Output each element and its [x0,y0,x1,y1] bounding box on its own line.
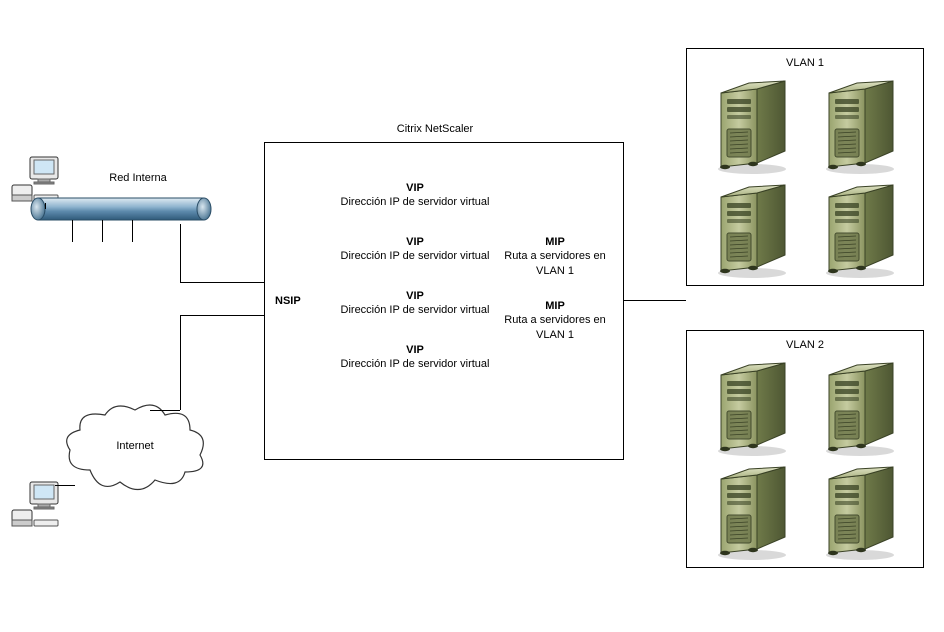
vip-block-1: VIP Dirección IP de servidor virtual [340,181,490,210]
vlan1-text: VLAN 1 [786,57,824,69]
connector [624,300,686,301]
vip-title: VIP [340,289,490,303]
mip-desc: Ruta a servidores en VLAN 1 [490,249,620,278]
pipe-tick [132,220,133,242]
internet-label: Internet [95,440,175,452]
netscaler-title: Citrix NetScaler [355,123,515,135]
server [815,183,905,279]
server [707,361,797,457]
vip-block-2: VIP Dirección IP de servidor virtual [340,235,490,264]
vlan2-box: VLAN 2 [686,330,924,568]
connector [180,315,181,410]
connector [180,224,181,282]
connector [180,282,264,283]
pipe-tick [72,220,73,242]
pipe-icon [30,192,212,226]
vip-block-3: VIP Dirección IP de servidor virtual [340,289,490,318]
vlan2-label: VLAN 2 [687,339,923,351]
server [707,183,797,279]
nsip-text: NSIP [275,295,301,307]
vlan2-text: VLAN 2 [786,339,824,351]
computer-icon [10,480,62,530]
vip-title: VIP [340,235,490,249]
server [815,465,905,561]
connector [45,203,46,209]
vip-desc: Dirección IP de servidor virtual [340,195,490,209]
mip-block-1: MIP Ruta a servidores en VLAN 1 [490,235,620,278]
vip-title: VIP [340,343,490,357]
internal-network-label: Red Interna [88,172,188,184]
mip-title: MIP [490,299,620,313]
internet-text: Internet [116,440,153,452]
network-pipe [30,192,212,226]
vip-desc: Dirección IP de servidor virtual [340,303,490,317]
vip-block-4: VIP Dirección IP de servidor virtual [340,343,490,372]
mip-block-2: MIP Ruta a servidores en VLAN 1 [490,299,620,342]
mip-title: MIP [490,235,620,249]
internal-network-text: Red Interna [109,172,166,184]
server [815,361,905,457]
connector [180,315,264,316]
netscaler-box: NSIP VIP Dirección IP de servidor virtua… [264,142,624,460]
vlan1-box: VLAN 1 [686,48,924,286]
pipe-tick [102,220,103,242]
connector [150,410,180,411]
nsip-label: NSIP [275,295,301,307]
vlan1-label: VLAN 1 [687,57,923,69]
server [707,465,797,561]
server [707,79,797,175]
vip-desc: Dirección IP de servidor virtual [340,249,490,263]
pc-bottom [10,480,62,530]
mip-desc: Ruta a servidores en VLAN 1 [490,313,620,342]
vip-desc: Dirección IP de servidor virtual [340,357,490,371]
vip-title: VIP [340,181,490,195]
server [815,79,905,175]
netscaler-title-text: Citrix NetScaler [397,123,473,135]
connector [55,485,75,486]
